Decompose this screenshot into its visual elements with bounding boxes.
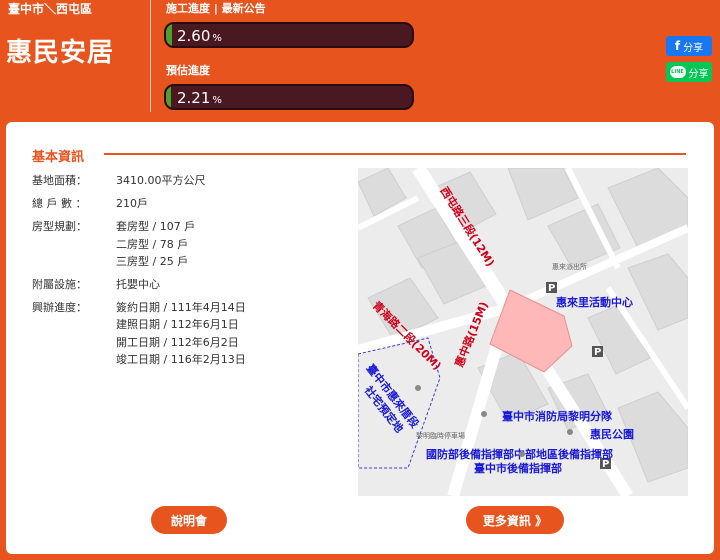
line-share-label: 分享 — [688, 68, 709, 80]
poi-reserve: 臺中市後備指揮部 — [474, 461, 562, 475]
room-item: 套房型 / 107 戶 — [116, 220, 196, 233]
estimated-progress-value: 2.21% — [177, 89, 222, 107]
room-item: 二房型 / 78 戶 — [116, 237, 189, 251]
progress-item: 竣工日期 / 116年2月13日 — [116, 353, 246, 366]
info-row-rooms: 房型規劃： 套房型 / 107 戶 二房型 / 78 戶 三房型 / 25 戶 — [32, 218, 246, 271]
facebook-icon: f — [674, 39, 681, 53]
construction-progress-bar: 2.60% — [164, 22, 414, 48]
estimated-progress-bar: 2.21% — [164, 84, 414, 110]
svg-text:P: P — [548, 283, 555, 294]
units-value: 210戶 — [116, 197, 148, 210]
construction-progress-fill — [166, 24, 173, 46]
poi-park: 惠民公園 — [590, 427, 634, 441]
room-item: 三房型 / 25 戶 — [116, 255, 189, 268]
room-values: 套房型 / 107 戶 二房型 / 78 戶 三房型 / 25 戶 — [116, 218, 195, 271]
poi-police: 惠來派出所 — [552, 262, 587, 271]
estimated-progress-label: 預估進度 — [166, 64, 210, 77]
info-row-facility: 附屬設施： 托嬰中心 — [32, 276, 246, 292]
facebook-share-label: 分享 — [683, 42, 704, 54]
progress-item: 開工日期 / 112年6月2日 — [116, 335, 239, 349]
map-marker — [567, 429, 573, 435]
map-marker — [415, 385, 421, 391]
progress-label: 興辦進度： — [32, 300, 87, 314]
info-row-units: 總 戶 數 ： 210戶 — [32, 195, 246, 211]
facility-label: 附屬設施： — [32, 277, 87, 291]
progress-item: 簽約日期 / 111年4月14日 — [116, 300, 246, 314]
site-map[interactable]: P P P 西屯路三段(12M) 青海路二段(20M) 惠中路(15M) 惠來里… — [358, 168, 688, 496]
units-label: 總 戶 數 ： — [32, 197, 87, 210]
briefing-button[interactable]: 說明會 — [151, 506, 227, 534]
section-divider — [104, 153, 686, 155]
poi-parking-lot: 黎明臨時停車場 — [416, 431, 465, 440]
site-map-svg[interactable]: P P P 西屯路三段(12M) 青海路二段(20M) 惠中路(15M) 惠來里… — [358, 168, 688, 496]
poi-fire-station: 臺中市消防局黎明分隊 — [502, 409, 613, 423]
facility-value: 托嬰中心 — [116, 277, 160, 291]
construction-progress-label[interactable]: 施工進度 | 最新公告 — [166, 0, 266, 16]
line-share-button[interactable]: LINE 分享 — [666, 62, 712, 82]
project-title: 惠民安居 — [6, 38, 115, 68]
area-value: 3410.00平方公尺 — [116, 174, 206, 187]
area-label: 基地面積： — [32, 174, 87, 187]
poi-activity-center: 惠來里活動中心 — [556, 295, 633, 309]
progress-item: 建照日期 / 112年6月1日 — [116, 318, 239, 331]
location-breadcrumb: 臺中市＼西屯區 — [8, 2, 93, 16]
line-icon: LINE — [669, 66, 686, 78]
svg-text:P: P — [594, 347, 601, 358]
basic-info: 基地面積： 3410.00平方公尺 總 戶 數 ： 210戶 房型規劃： 套房型… — [32, 172, 246, 369]
header: 臺中市＼西屯區 惠民安居 施工進度 | 最新公告 2.60% 預估進度 2.21… — [0, 0, 720, 120]
map-marker — [519, 451, 525, 457]
more-info-button[interactable]: 更多資訊 》 — [466, 506, 564, 534]
construction-progress-value: 2.60% — [177, 27, 222, 45]
header-divider — [150, 0, 151, 112]
room-label: 房型規劃： — [32, 220, 87, 233]
facebook-share-button[interactable]: f 分享 — [666, 36, 712, 56]
info-card: 基本資訊 基地面積： 3410.00平方公尺 總 戶 數 ： 210戶 房型規劃… — [6, 122, 714, 554]
section-title: 基本資訊 — [32, 150, 85, 165]
progress-values: 簽約日期 / 111年4月14日 建照日期 / 112年6月1日 開工日期 / … — [116, 299, 246, 369]
info-row-area: 基地面積： 3410.00平方公尺 — [32, 172, 246, 188]
estimated-progress-fill — [166, 86, 172, 108]
map-marker — [481, 411, 487, 417]
info-row-progress: 興辦進度： 簽約日期 / 111年4月14日 建照日期 / 112年6月1日 開… — [32, 299, 246, 369]
